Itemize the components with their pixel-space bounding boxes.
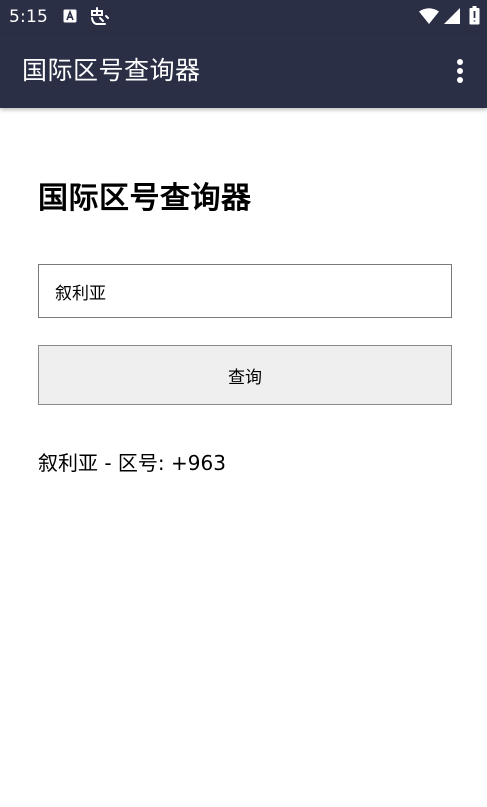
status-time: 5:15 [9,7,48,27]
page-heading: 国际区号查询器 [38,181,252,216]
result-text: 叙利亚 - 区号: +963 [38,451,226,475]
country-input-box[interactable] [38,264,452,318]
app-bar-title: 国际区号查询器 [22,56,201,85]
country-input[interactable] [55,265,435,317]
app-bar: 国际区号查询器 [0,34,487,108]
a-icon [63,9,77,23]
signal-icon [444,8,460,24]
notification-icon [91,7,109,25]
overflow-menu-button[interactable] [444,52,476,90]
wifi-icon [419,8,439,24]
battery-icon [469,6,480,25]
status-bar: 5:15 [0,0,487,34]
more-vert-icon [457,59,463,83]
query-button[interactable]: 查询 [38,345,452,405]
